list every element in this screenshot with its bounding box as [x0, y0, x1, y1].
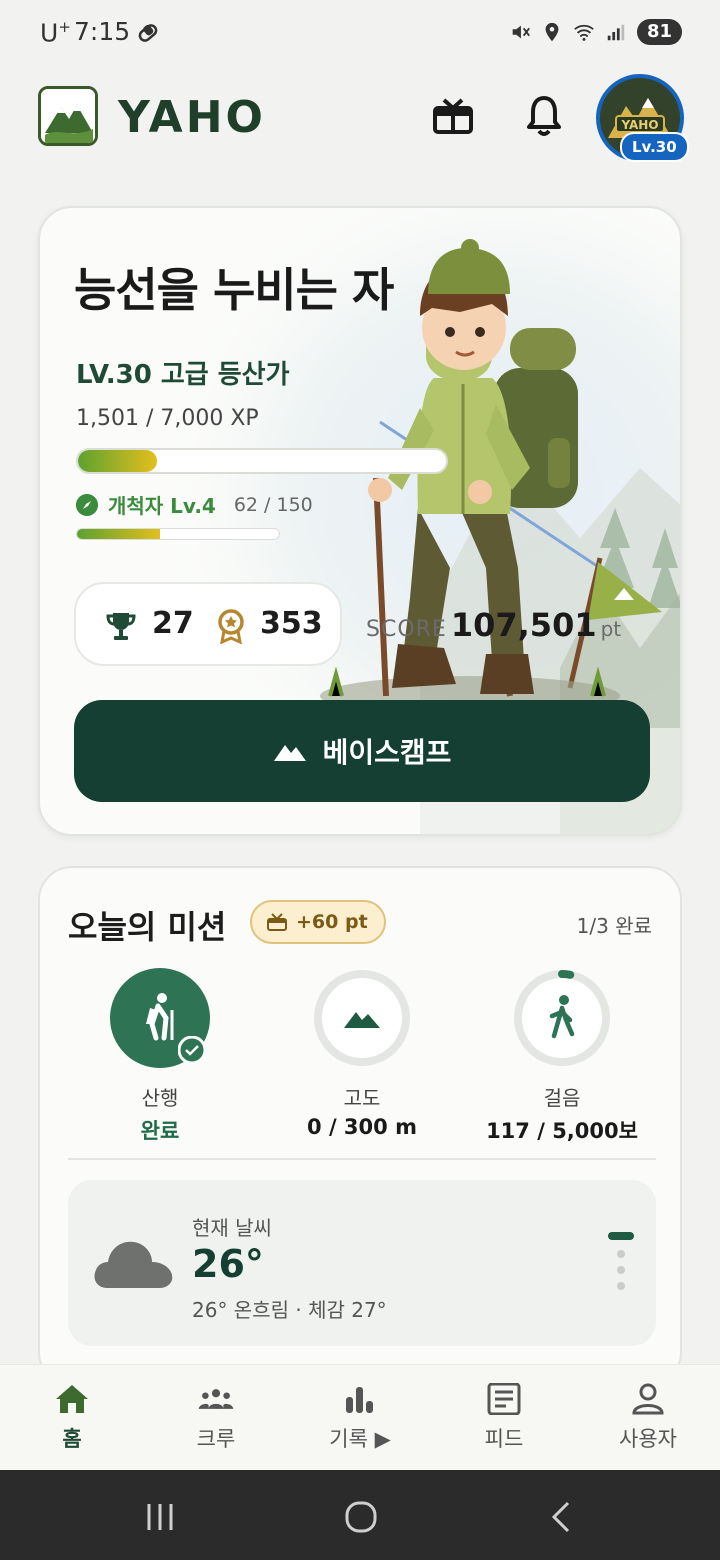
pill-icon: [138, 24, 158, 42]
gift-icon: [267, 913, 287, 931]
nav-label: 기록 ▶: [329, 1427, 391, 1451]
nav-label: 크루: [196, 1427, 236, 1451]
basecamp-button[interactable]: 베이스캠프: [74, 700, 650, 802]
nav-crew[interactable]: 크루: [144, 1383, 288, 1453]
trophy-icon: [106, 613, 136, 640]
mission-label: 걸음: [543, 1086, 581, 1110]
chart-icon: [346, 1387, 373, 1413]
sub-level-name: 개척자 Lv.4: [108, 494, 216, 518]
reward-text: +60 pt: [296, 911, 368, 933]
sub-level-progress-bar: [76, 528, 280, 540]
system-navigation-bar: [0, 1470, 720, 1560]
mission-ring: [110, 968, 210, 1068]
basecamp-label: 베이스캠프: [322, 736, 452, 769]
status-bar: U+ 7:15 81: [0, 0, 720, 66]
hero-title: 능선을 누비는 자: [74, 263, 394, 317]
weather-temp: 26°: [192, 1242, 264, 1286]
nav-feed[interactable]: 피드: [432, 1383, 576, 1453]
carrier-label: U+: [40, 18, 71, 48]
achievements-pill[interactable]: 27 353: [74, 582, 342, 666]
signal-icon: [607, 24, 625, 41]
nav-records[interactable]: 기록 ▶: [288, 1383, 432, 1453]
bottom-navigation: 홈 크루 기록 ▶ 피드 사용자: [0, 1364, 720, 1470]
nav-user[interactable]: 사용자: [576, 1383, 720, 1453]
mission-label: 고도: [343, 1086, 381, 1110]
feed-icon: [487, 1383, 521, 1415]
user-icon: [632, 1383, 664, 1415]
logo-icon[interactable]: [38, 86, 98, 146]
compass-icon: [76, 493, 98, 516]
mountain-icon: [314, 970, 410, 1066]
check-icon: [178, 1036, 206, 1064]
avatar-level-badge: Lv.30: [620, 132, 689, 162]
score-value: 107,501: [450, 606, 597, 644]
trophy-count: 27: [152, 606, 194, 641]
bell-icon[interactable]: [524, 94, 564, 138]
mission-item-altitude[interactable]: 고도 0 / 300 m: [272, 968, 452, 1139]
mission-ring: [312, 968, 412, 1068]
mission-value: 0 / 300 m: [307, 1115, 417, 1139]
app-header: YAHO YAHO Lv.30: [0, 74, 720, 162]
wifi-icon: [574, 24, 594, 41]
level-title: LV.30 고급 등산가: [76, 360, 290, 390]
gift-icon[interactable]: [432, 96, 474, 136]
mission-ring: [512, 968, 612, 1068]
mute-icon: [512, 25, 530, 39]
battery-indicator: 81: [636, 19, 682, 45]
walk-icon: [514, 970, 610, 1066]
mountain-icon: [273, 745, 306, 761]
weather-desc: 26° 온흐림 · 체감 27°: [192, 1298, 387, 1322]
mission-reward-badge: +60 pt: [250, 900, 386, 944]
nav-label: 피드: [484, 1427, 524, 1451]
daily-mission-card: 오늘의 미션 +60 pt 1/3 완료 산행 완료 고도 0 / 300 m …: [38, 866, 682, 1386]
nav-home[interactable]: 홈: [0, 1383, 144, 1453]
weather-panel[interactable]: 현재 날씨 26° 26° 온흐림 · 체감 27°: [68, 1180, 656, 1346]
nav-label: 홈: [62, 1427, 82, 1451]
sub-level-progress-fill: [77, 529, 161, 539]
mission-label: 산행: [141, 1086, 179, 1110]
mission-title: 오늘의 미션: [68, 908, 227, 946]
back-icon[interactable]: [546, 1500, 580, 1534]
mission-value: 117 / 5,000보: [486, 1119, 638, 1143]
mission-item-hike[interactable]: 산행 완료: [70, 968, 250, 1145]
nav-label: 사용자: [619, 1427, 677, 1451]
cloud-icon: [94, 1241, 173, 1288]
score-unit: pt: [600, 617, 622, 641]
mission-progress: 1/3 완료: [576, 914, 652, 938]
svg-text:YAHO: YAHO: [620, 118, 658, 132]
xp-text: 1,501 / 7,000 XP: [76, 406, 259, 431]
profile-hero-card: 능선을 누비는 자 LV.30 고급 등산가 1,501 / 7,000 XP …: [38, 206, 682, 836]
home-icon: [56, 1385, 88, 1413]
home-button-icon[interactable]: [344, 1500, 378, 1534]
sub-level-xp: 62 / 150: [233, 493, 313, 516]
xp-progress-fill: [78, 450, 157, 472]
mission-value: 완료: [140, 1119, 180, 1143]
crew-icon: [198, 1389, 234, 1409]
score-display: SCORE 107,501 pt: [366, 606, 621, 644]
weather-label: 현재 날씨: [192, 1216, 272, 1240]
sub-level-row: 개척자 Lv.4 62 / 150: [76, 490, 313, 519]
score-label: SCORE: [366, 617, 447, 642]
medal-icon: [218, 609, 244, 644]
app-logo-text: YAHO: [118, 92, 266, 143]
recent-apps-icon[interactable]: [143, 1500, 177, 1534]
clock: 7:15: [74, 17, 131, 46]
pager-indicator[interactable]: [608, 1232, 634, 1296]
divider: [68, 1158, 656, 1160]
medal-count: 353: [260, 606, 323, 641]
mission-item-steps[interactable]: 걸음 117 / 5,000보: [472, 968, 652, 1145]
xp-progress-bar: [76, 448, 448, 474]
location-icon: [545, 22, 559, 42]
